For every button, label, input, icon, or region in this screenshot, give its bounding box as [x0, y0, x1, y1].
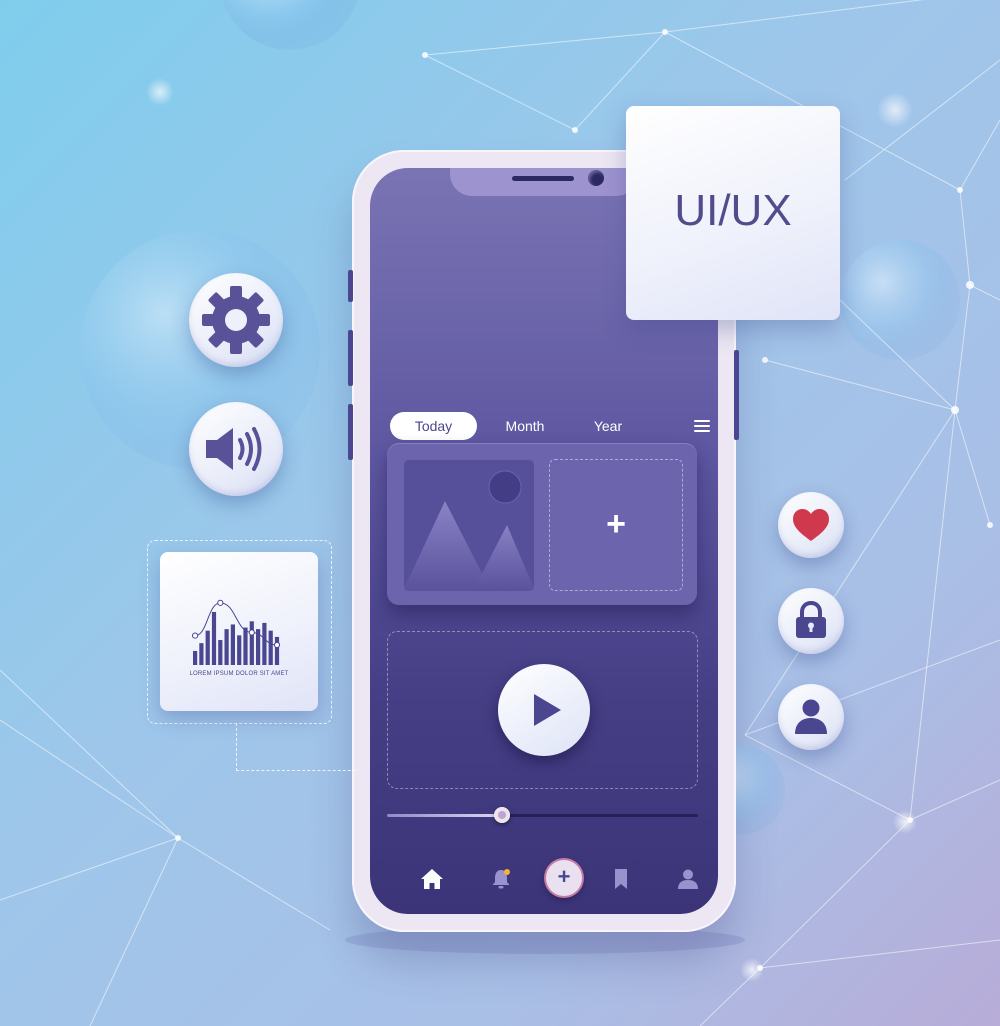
- profile-icon[interactable]: [675, 866, 701, 892]
- notch: [450, 168, 638, 196]
- chart-caption: LOREM IPSUM DOLOR SIT AMET: [189, 671, 289, 677]
- chart-bar: [230, 624, 235, 665]
- speaker-icon: [206, 427, 262, 471]
- tab-month[interactable]: Month: [490, 412, 560, 440]
- gallery-card: +: [387, 443, 697, 605]
- home-icon[interactable]: [419, 866, 445, 892]
- chart-bar: [243, 627, 248, 665]
- add-button[interactable]: +: [546, 860, 582, 896]
- power-button: [734, 350, 739, 440]
- mini-bar-chart: [192, 599, 281, 665]
- chart-connector: [236, 723, 356, 771]
- menu-icon[interactable]: [694, 420, 710, 432]
- chart-point: [248, 629, 255, 636]
- bottom-navbar: +: [370, 860, 718, 900]
- bell-icon[interactable]: [488, 866, 514, 892]
- chart-bar: [211, 611, 217, 665]
- slider-thumb[interactable]: [494, 807, 511, 823]
- front-camera: [588, 170, 604, 186]
- heart-icon: [793, 509, 829, 541]
- tab-today[interactable]: Today: [390, 412, 477, 440]
- gear-icon: [202, 286, 270, 354]
- chart-bar: [218, 640, 223, 665]
- playback-progress: [387, 814, 503, 817]
- lock-button[interactable]: [778, 588, 844, 654]
- chart-bar: [205, 630, 210, 665]
- add-image-button[interactable]: +: [549, 459, 683, 591]
- chart-point: [273, 641, 281, 649]
- chart-bar: [224, 629, 229, 665]
- chart-point: [217, 599, 224, 606]
- chart-bar: [249, 621, 254, 665]
- volume-button-top: [348, 270, 353, 302]
- chart-bar: [262, 622, 267, 665]
- playback-slider[interactable]: [387, 807, 698, 823]
- sound-button[interactable]: [189, 402, 283, 496]
- period-tabs: Today Month Year: [390, 412, 710, 442]
- chart-bar: [199, 643, 204, 665]
- image-placeholder[interactable]: [403, 459, 535, 591]
- speaker-grille: [512, 176, 574, 181]
- chart-bar: [274, 636, 280, 665]
- play-icon: [534, 694, 561, 726]
- chart-card[interactable]: LOREM IPSUM DOLOR SIT AMET: [160, 552, 318, 711]
- uiux-card: UI/UX: [626, 106, 840, 320]
- volume-button-middle: [348, 330, 353, 386]
- chart-bar: [268, 630, 273, 665]
- settings-button[interactable]: [189, 273, 283, 367]
- tab-year[interactable]: Year: [576, 412, 640, 440]
- video-player: [387, 631, 698, 789]
- chart-point: [192, 632, 199, 639]
- chart-bar: [237, 635, 242, 665]
- volume-button-bottom: [348, 404, 353, 460]
- plus-icon: +: [606, 505, 626, 543]
- user-icon: [795, 699, 827, 734]
- favorite-button[interactable]: [778, 492, 844, 558]
- bookmark-icon[interactable]: [608, 866, 634, 892]
- lock-icon: [796, 600, 826, 638]
- play-button[interactable]: [498, 664, 590, 756]
- uiux-title: UI/UX: [674, 186, 792, 235]
- chart-bar: [193, 650, 198, 665]
- image-icon: [403, 470, 535, 591]
- user-button[interactable]: [778, 684, 844, 750]
